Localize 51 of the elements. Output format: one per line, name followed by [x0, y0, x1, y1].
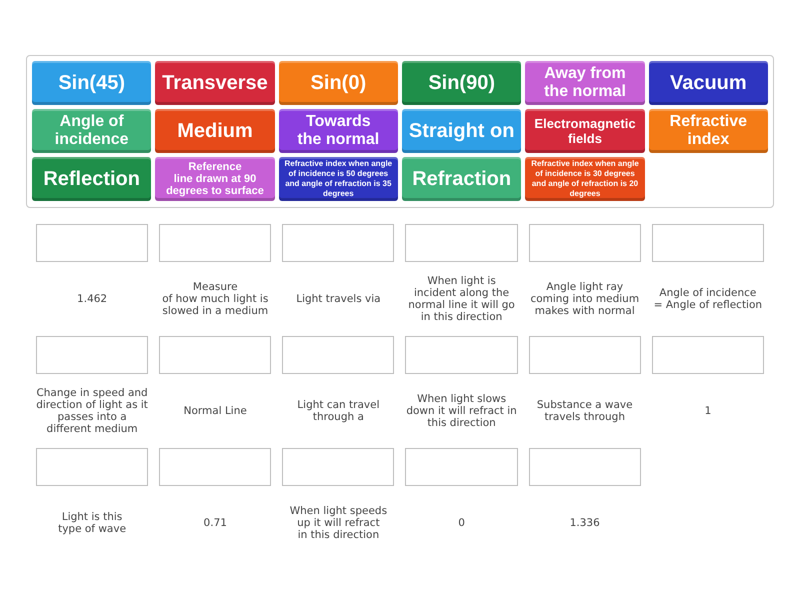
drop-box[interactable]: [528, 448, 641, 486]
drop-box[interactable]: [282, 336, 394, 374]
drop-box[interactable]: [36, 224, 148, 262]
answer-tile[interactable]: Reflection: [32, 157, 152, 201]
drop-box[interactable]: [652, 224, 764, 262]
target-label: 0.71: [204, 517, 227, 529]
answer-tile[interactable]: Sin(0): [278, 61, 398, 105]
target-label: Measure of how much light is slowed in a medium: [162, 281, 268, 317]
target-label: When light is incident along the normal line it will go in this direction: [407, 275, 516, 323]
target-label: Angle light ray coming into medium makes with normal: [529, 281, 640, 317]
answer-tile[interactable]: Transverse: [155, 61, 275, 105]
answer-tile[interactable]: Reference line drawn at 90 degrees to surface: [155, 157, 275, 201]
target-label: 0: [458, 517, 465, 529]
drop-box[interactable]: [282, 448, 394, 486]
target-label: Angle of incidence = Angle of reflection: [654, 287, 762, 311]
target-label: Light is this type of wave: [58, 511, 126, 535]
target-label: Normal Line: [184, 405, 247, 417]
target-label: When light slows down it will refract in this direction: [405, 393, 518, 429]
drop-box[interactable]: [36, 336, 148, 374]
answer-tile[interactable]: Away from the normal: [525, 61, 645, 105]
answer-tile[interactable]: Electromagnetic fields: [525, 109, 645, 153]
drop-box[interactable]: [528, 336, 641, 374]
answer-tile[interactable]: Sin(90): [402, 61, 522, 105]
target-label: 1: [704, 405, 712, 417]
drop-box[interactable]: [159, 448, 272, 486]
target-label: Light travels via: [296, 293, 381, 305]
drop-box[interactable]: [652, 336, 764, 374]
drop-box[interactable]: [405, 224, 518, 262]
answer-tile[interactable]: Sin(45): [32, 61, 152, 105]
answer-tile[interactable]: Angle of incidence: [32, 109, 152, 153]
answer-tile[interactable]: Refractive index: [648, 109, 768, 153]
drop-box[interactable]: [528, 224, 641, 262]
target-label: Light can travel through a: [296, 399, 380, 423]
drop-box[interactable]: [405, 336, 518, 374]
target-label: 1.336: [570, 517, 600, 529]
target-label: When light speeds up it will refract in this direction: [290, 505, 388, 541]
target-label: 1.462: [77, 293, 108, 305]
answer-tile[interactable]: Refractive index when angle of incidence is 30 degrees and angle of refraction is 20 degrees: [525, 157, 645, 201]
drop-box[interactable]: [159, 224, 272, 262]
drop-box[interactable]: [159, 336, 272, 374]
drop-box[interactable]: [36, 448, 148, 486]
answer-tile[interactable]: Refraction: [402, 157, 522, 201]
answer-tile[interactable]: Towards the normal: [278, 109, 398, 153]
answer-tile[interactable]: Refractive index when angle of incidence is 50 degrees and angle of refraction is 35 degrees: [278, 157, 398, 201]
drop-box[interactable]: [282, 224, 394, 262]
answer-tile[interactable]: Straight on: [402, 109, 522, 153]
target-label: Change in speed and direction of light as it passes into a different medium: [36, 387, 148, 435]
answer-tile[interactable]: Medium: [155, 109, 275, 153]
drop-box[interactable]: [405, 448, 518, 486]
target-label: Substance a wave travels through: [536, 399, 634, 423]
answer-tile[interactable]: Vacuum: [648, 61, 768, 105]
